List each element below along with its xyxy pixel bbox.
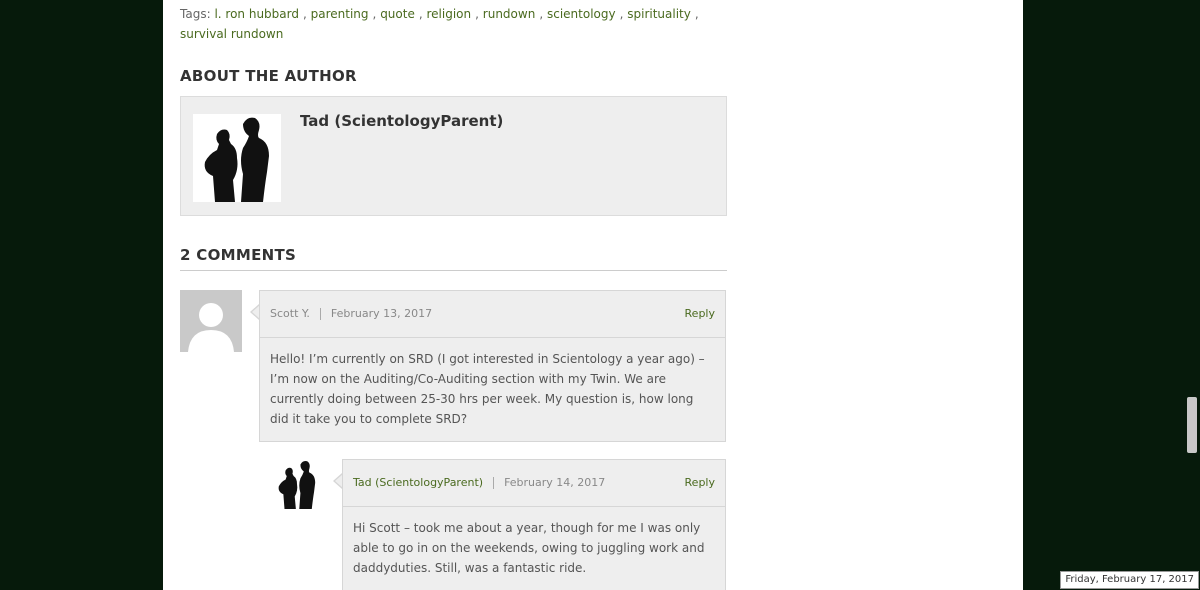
reply-comment: Tad (ScientologyParent) February 14, 2017… (342, 459, 726, 590)
page-content: Tags: l. ron hubbard, parenting, quote, … (163, 0, 1023, 590)
scrollbar-track[interactable] (1185, 0, 1200, 590)
comment-meta: Tad (ScientologyParent) February 14, 2017 (353, 460, 605, 506)
comment-date[interactable]: February 14, 2017 (504, 476, 605, 489)
comment-author[interactable]: Tad (ScientologyParent) (353, 476, 483, 489)
tag-link[interactable]: scientology (547, 7, 616, 21)
reply-avatar (272, 459, 322, 509)
post-tags: Tags: l. ron hubbard, parenting, quote, … (180, 7, 699, 41)
author-avatar (193, 114, 281, 202)
about-author-heading: ABOUT THE AUTHOR (180, 67, 357, 85)
tag-link[interactable]: survival rundown (180, 27, 283, 41)
tags-label: Tags: (180, 7, 211, 21)
comment-avatar (180, 290, 242, 352)
tag-link[interactable]: spirituality (627, 7, 691, 21)
comment-meta: Scott Y. February 13, 2017 (270, 291, 432, 337)
tag-link[interactable]: religion (427, 7, 472, 21)
tag-link[interactable]: rundown (483, 7, 536, 21)
comment-pointer (333, 473, 343, 489)
comment-body: Hi Scott – took me about a year, though … (353, 521, 705, 575)
taskbar-date: Friday, February 17, 2017 (1060, 571, 1199, 589)
reply-button[interactable]: Reply (685, 291, 715, 337)
author-name[interactable]: Tad (ScientologyParent) (300, 112, 503, 130)
comments-divider (180, 270, 727, 271)
comment-author: Scott Y. (270, 307, 310, 320)
tag-link[interactable]: parenting (311, 7, 369, 21)
comment: Scott Y. February 13, 2017 Reply Hello! I… (259, 290, 726, 442)
comment-body: Hello! I’m currently on SRD (I got inter… (270, 352, 705, 426)
author-box: Tad (ScientologyParent) (180, 96, 727, 216)
scrollbar-thumb[interactable] (1187, 397, 1197, 453)
comment-date[interactable]: February 13, 2017 (331, 307, 432, 320)
tag-link[interactable]: quote (380, 7, 415, 21)
reply-button[interactable]: Reply (685, 460, 715, 506)
comment-pointer (250, 304, 260, 320)
comments-heading: 2 COMMENTS (180, 246, 297, 264)
tag-link[interactable]: l. ron hubbard (214, 7, 299, 21)
